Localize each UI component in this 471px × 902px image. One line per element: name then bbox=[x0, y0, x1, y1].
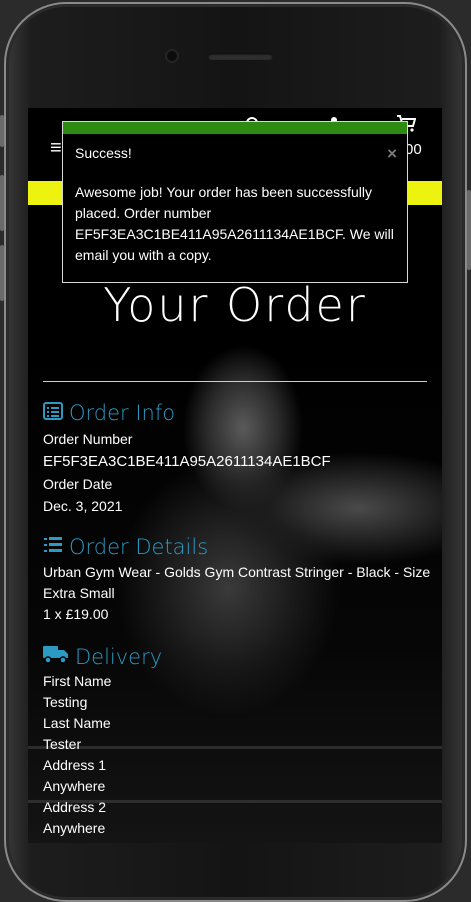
truck-icon bbox=[43, 644, 69, 669]
address1-value: Anywhere bbox=[43, 778, 106, 794]
order-date-label: Order Date bbox=[43, 476, 113, 492]
last-name-label: Last Name bbox=[43, 715, 111, 731]
ring-rope bbox=[28, 746, 442, 749]
close-icon[interactable]: × bbox=[387, 144, 397, 164]
address1-label: Address 1 bbox=[43, 757, 107, 773]
menu-icon[interactable]: ≡ bbox=[50, 138, 62, 158]
order-details-heading: Order Details bbox=[43, 535, 208, 559]
address2-value: Anywhere bbox=[43, 820, 106, 836]
order-item-price: 1 x £19.00 bbox=[43, 606, 109, 622]
volume-down-button bbox=[0, 245, 4, 301]
address2-label: Address 2 bbox=[43, 799, 107, 815]
order-date-value: Dec. 3, 2021 bbox=[43, 498, 123, 514]
order-item-name: Urban Gym Wear - Golds Gym Contrast Stri… bbox=[43, 564, 431, 580]
earpiece-speaker bbox=[208, 53, 273, 60]
toast-accent-bar bbox=[63, 122, 407, 134]
volume-up-button bbox=[0, 175, 4, 231]
success-toast: Success! × Awesome job! Your order has b… bbox=[62, 121, 408, 283]
order-item-size: Extra Small bbox=[43, 585, 115, 601]
last-name-value: Tester bbox=[43, 736, 82, 752]
delivery-heading-label: Delivery bbox=[75, 644, 163, 669]
toast-title: Success! bbox=[75, 145, 132, 161]
delivery-heading: Delivery bbox=[43, 644, 162, 669]
mute-switch bbox=[0, 115, 4, 147]
front-camera bbox=[167, 51, 177, 61]
order-number-value: EF5F3EA3C1BE411A95A2611134AE1BCF bbox=[43, 453, 331, 470]
toast-message: Awesome job! Your order has been success… bbox=[75, 184, 394, 263]
ordered-list-icon bbox=[43, 535, 63, 559]
first-name-label: First Name bbox=[43, 673, 112, 689]
power-button bbox=[467, 190, 471, 270]
order-number-label: Order Number bbox=[43, 431, 133, 447]
order-info-heading-label: Order Info bbox=[69, 401, 176, 425]
page-title: Your Order bbox=[103, 278, 367, 332]
order-details-heading-label: Order Details bbox=[69, 535, 209, 559]
title-divider bbox=[43, 381, 427, 382]
first-name-value: Testing bbox=[43, 694, 88, 710]
list-icon bbox=[43, 401, 63, 425]
order-info-heading: Order Info bbox=[43, 401, 175, 425]
